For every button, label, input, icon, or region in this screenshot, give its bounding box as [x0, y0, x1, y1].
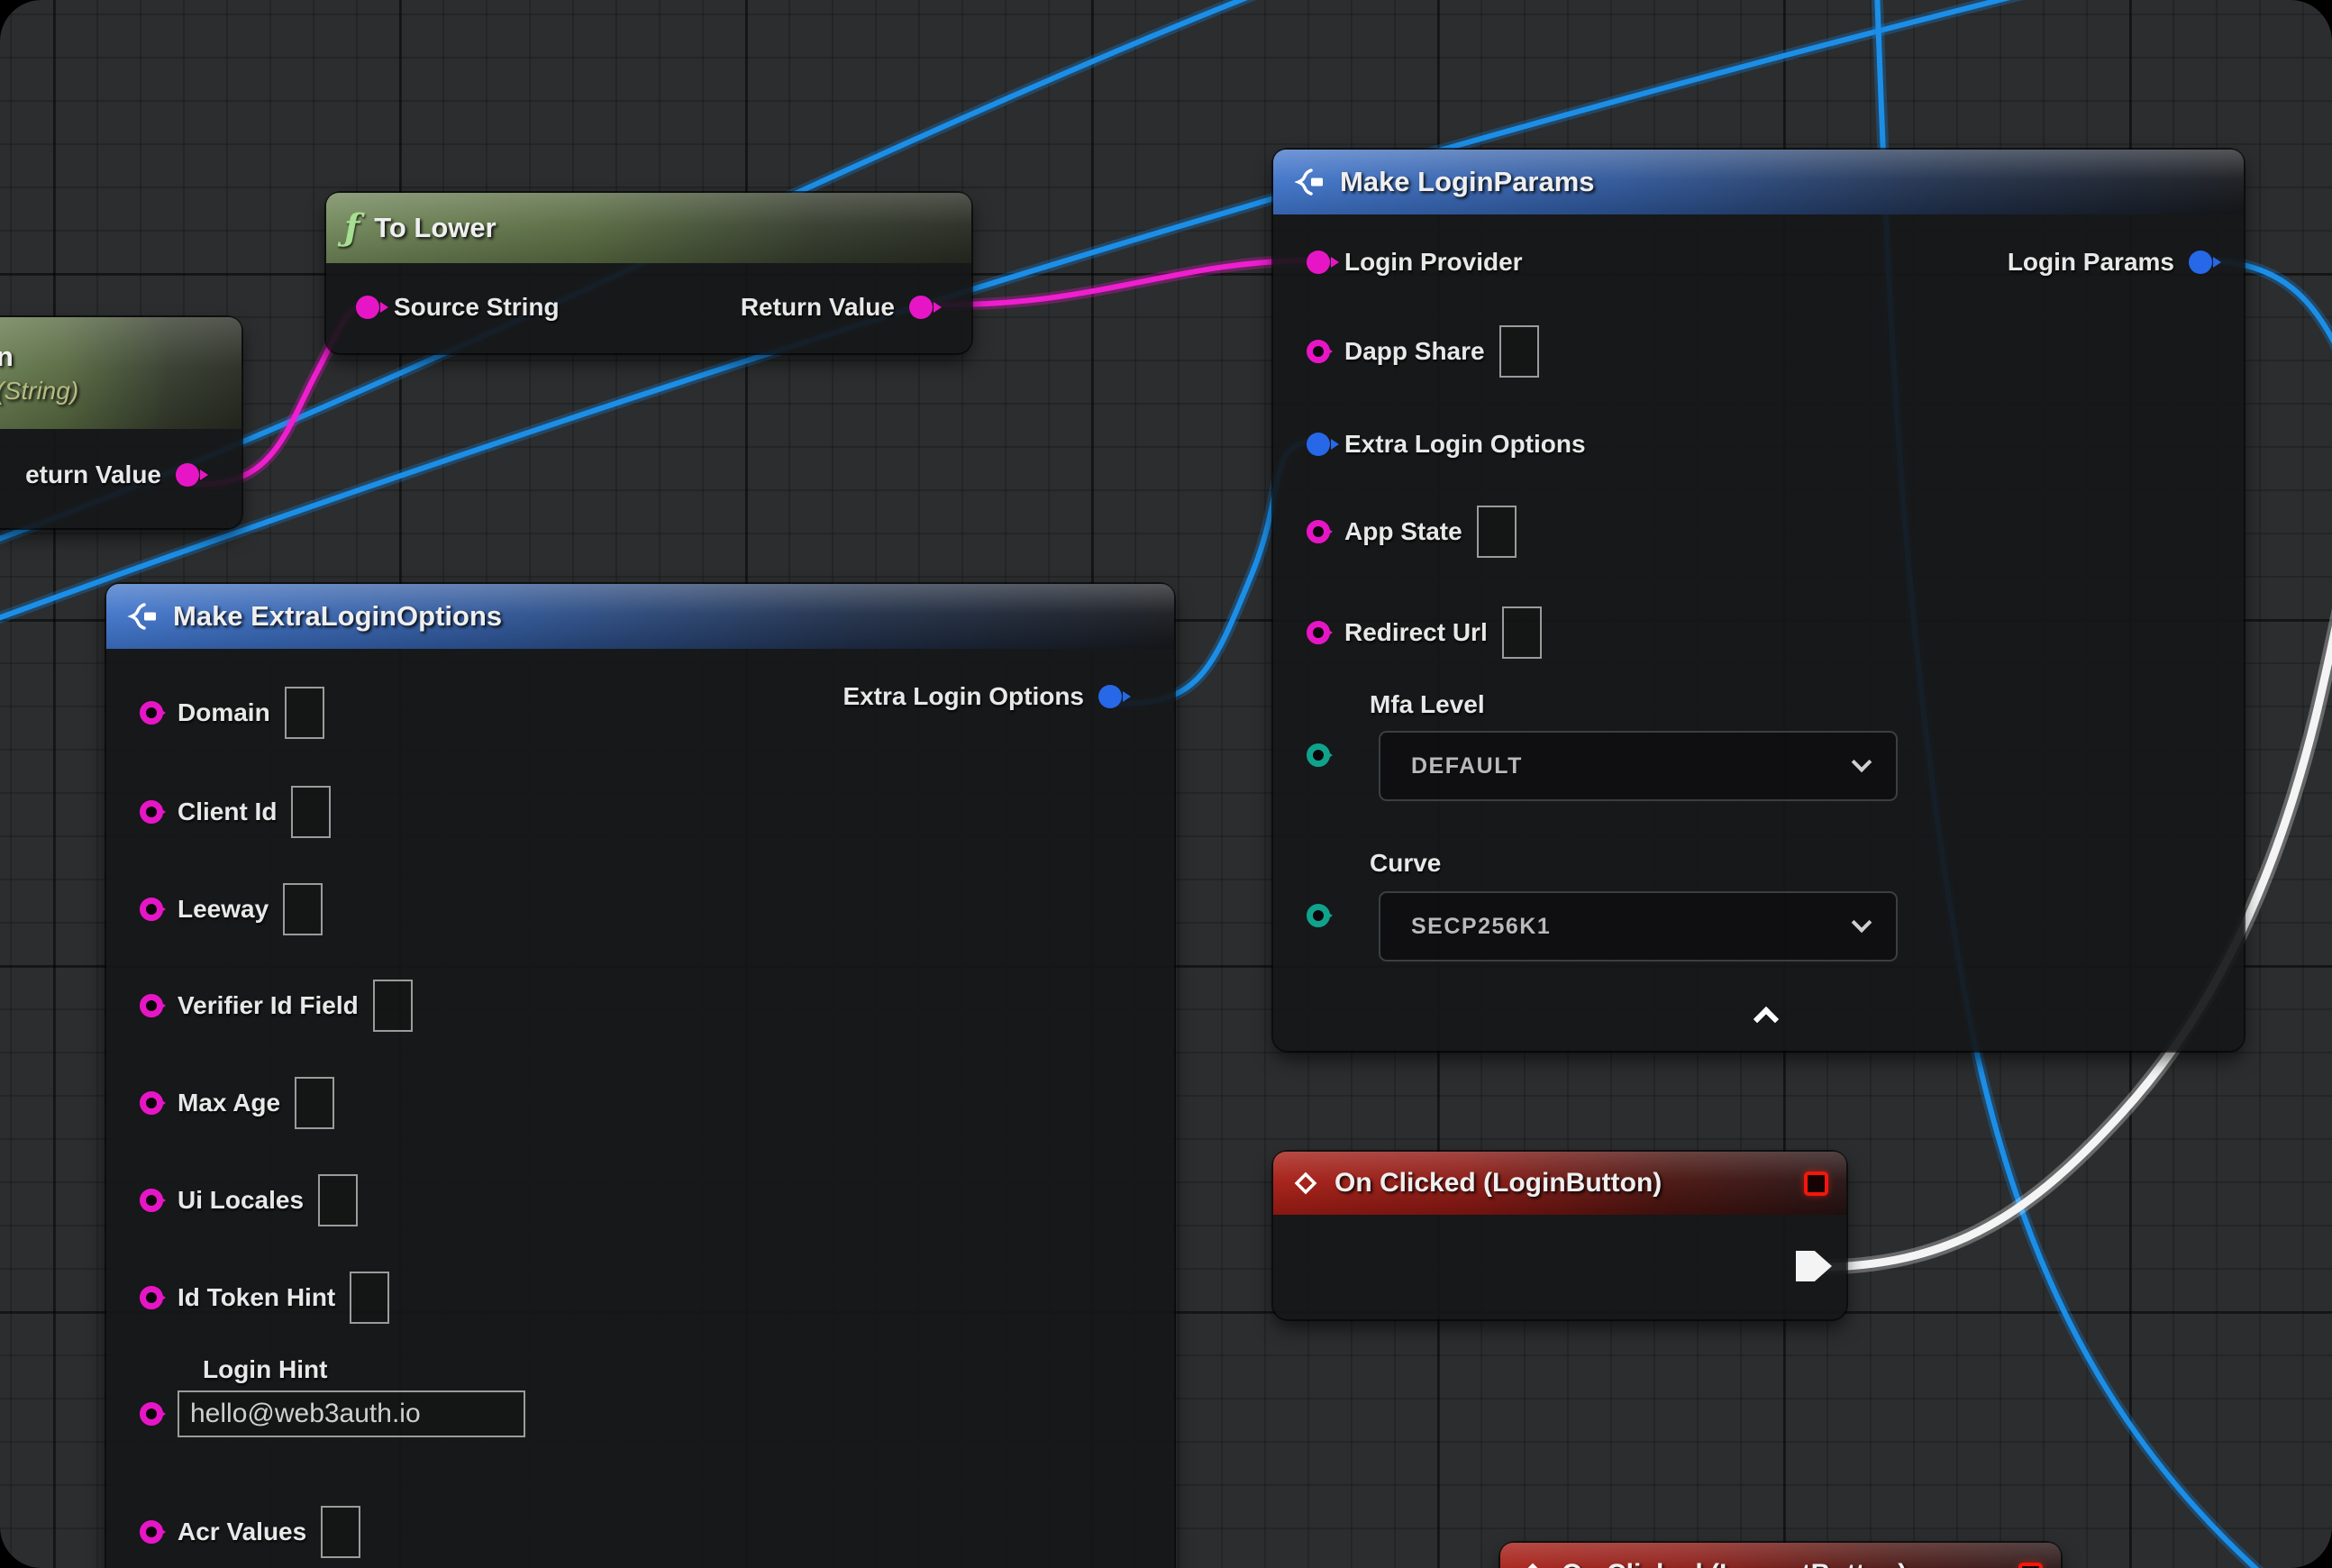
domain-input-pin[interactable] — [140, 701, 163, 725]
node-make-login-params[interactable]: Make LoginParams Login Provider Dapp Sha… — [1273, 150, 2244, 1051]
pin-label-ui-locales: Ui Locales — [178, 1186, 304, 1215]
chevron-down-icon — [1852, 912, 1872, 933]
node-title-make-login-params: Make LoginParams — [1340, 166, 1595, 198]
make-struct-icon — [124, 601, 159, 632]
leeway-text-field[interactable] — [283, 883, 323, 935]
node-on-clicked-logout-button[interactable]: On Clicked (LogoutButton) — [1500, 1543, 2061, 1568]
node-title-to-lower: To Lower — [374, 212, 496, 244]
max-age-input-pin[interactable] — [140, 1091, 163, 1115]
app-state-text-field[interactable] — [1477, 506, 1517, 558]
leeway-input-pin[interactable] — [140, 898, 163, 921]
delegate-pin[interactable] — [1804, 1171, 1828, 1196]
pin-label-return-value: Return Value — [741, 293, 895, 322]
pin-label-return-value: eturn Value — [25, 460, 161, 489]
chevron-down-icon — [1852, 752, 1872, 772]
node-title-partial: tion — [0, 341, 14, 373]
pin-label-extra-login-options: Extra Login Options — [1344, 430, 1586, 459]
acr-values-input-pin[interactable] — [140, 1520, 163, 1544]
app-state-input-pin[interactable] — [1307, 520, 1330, 543]
max-age-text-field[interactable] — [295, 1077, 334, 1129]
pin-label-login-hint: Login Hint — [203, 1355, 327, 1384]
collapse-node-button[interactable] — [1748, 1010, 1784, 1028]
pin-label-mfa-level: Mfa Level — [1370, 690, 1485, 719]
pin-label-dapp-share: Dapp Share — [1344, 337, 1485, 366]
extra-login-options-input-pin[interactable] — [1307, 433, 1330, 456]
id-token-hint-text-field[interactable] — [350, 1272, 389, 1324]
pin-label-client-id: Client Id — [178, 798, 277, 826]
pin-label-app-state: App State — [1344, 517, 1462, 546]
redirect-url-input-pin[interactable] — [1307, 621, 1330, 644]
node-subtitle-partial: ox (String) — [0, 377, 78, 406]
node-get-text-partial[interactable]: tion ox (String) eturn Value — [0, 317, 241, 528]
blueprint-graph-canvas[interactable]: tion ox (String) eturn Value ƒ To Lower … — [0, 0, 2332, 1568]
event-diamond-icon — [1518, 1560, 1547, 1568]
curve-input-pin[interactable] — [1307, 904, 1330, 927]
function-icon: ƒ — [344, 210, 360, 246]
node-title-make-extra-login-options: Make ExtraLoginOptions — [173, 600, 502, 633]
ui-locales-input-pin[interactable] — [140, 1189, 163, 1212]
pin-label-acr-values: Acr Values — [178, 1518, 306, 1546]
login-hint-text-field[interactable] — [178, 1390, 525, 1437]
pin-label-extra-login-options-out: Extra Login Options — [843, 682, 1084, 711]
curve-dropdown[interactable]: SECP256K1 — [1379, 891, 1898, 962]
pin-label-verifier-id-field: Verifier Id Field — [178, 991, 359, 1020]
node-make-extra-login-options[interactable]: Make ExtraLoginOptions Domain Client Id … — [106, 584, 1174, 1568]
exec-output-pin[interactable] — [1796, 1251, 1832, 1281]
return-value-output-pin[interactable] — [176, 463, 199, 487]
domain-text-field[interactable] — [285, 687, 324, 739]
pin-label-redirect-url: Redirect Url — [1344, 618, 1488, 647]
verifier-id-field-text-field[interactable] — [373, 980, 413, 1032]
node-on-clicked-login-button[interactable]: On Clicked (LoginButton) — [1273, 1152, 1846, 1319]
dapp-share-input-pin[interactable] — [1307, 340, 1330, 363]
pin-label-source-string: Source String — [394, 293, 560, 322]
login-params-output-pin[interactable] — [2189, 251, 2212, 274]
acr-values-text-field[interactable] — [321, 1506, 360, 1558]
pin-label-max-age: Max Age — [178, 1089, 280, 1117]
make-struct-icon — [1291, 167, 1325, 197]
curve-value: SECP256K1 — [1411, 914, 1551, 940]
verifier-id-field-input-pin[interactable] — [140, 994, 163, 1017]
event-diamond-icon — [1291, 1169, 1320, 1198]
client-id-input-pin[interactable] — [140, 800, 163, 824]
node-to-lower[interactable]: ƒ To Lower Source String Return Value — [326, 193, 971, 353]
node-title-on-clicked-logout: On Clicked (LogoutButton) — [1562, 1559, 1907, 1568]
dapp-share-text-field[interactable] — [1499, 325, 1539, 378]
redirect-url-text-field[interactable] — [1502, 606, 1542, 659]
delegate-pin[interactable] — [2018, 1563, 2043, 1568]
chevron-up-icon — [1754, 1007, 1779, 1032]
source-string-input-pin[interactable] — [356, 296, 379, 319]
pin-label-id-token-hint: Id Token Hint — [178, 1283, 335, 1312]
pin-label-login-params-out: Login Params — [2008, 248, 2174, 277]
pin-label-login-provider: Login Provider — [1344, 248, 1523, 277]
pin-label-curve: Curve — [1370, 849, 1441, 878]
mfa-level-input-pin[interactable] — [1307, 743, 1330, 767]
mfa-level-value: DEFAULT — [1411, 753, 1523, 779]
pin-label-domain: Domain — [178, 698, 270, 727]
login-hint-input-pin[interactable] — [140, 1402, 163, 1426]
extra-login-options-output-pin[interactable] — [1098, 685, 1122, 708]
blueprint-editor-screenshot: tion ox (String) eturn Value ƒ To Lower … — [0, 0, 2332, 1568]
client-id-text-field[interactable] — [291, 786, 331, 838]
ui-locales-text-field[interactable] — [318, 1174, 358, 1226]
pin-label-leeway: Leeway — [178, 895, 269, 924]
id-token-hint-input-pin[interactable] — [140, 1286, 163, 1309]
return-value-output-pin[interactable] — [909, 296, 933, 319]
mfa-level-dropdown[interactable]: DEFAULT — [1379, 731, 1898, 801]
login-provider-input-pin[interactable] — [1307, 251, 1330, 274]
node-title-on-clicked-login: On Clicked (LoginButton) — [1335, 1168, 1662, 1199]
